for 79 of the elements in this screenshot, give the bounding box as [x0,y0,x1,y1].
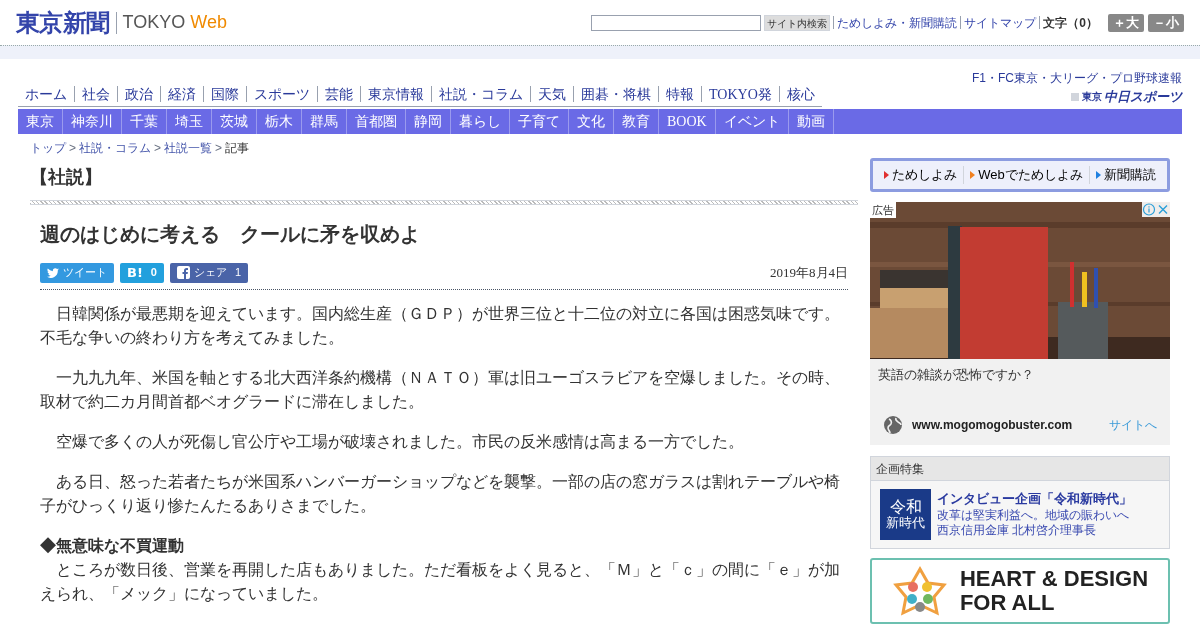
article-paragraph: ところが数日後、営業を再開した店もありました。ただ看板をよく見ると、「Ｍ」と「ｃ」の間に「ｅ」が加えられ、「メック」になっていました。 [40,559,841,604]
nav-link[interactable]: 囲碁・将棋 [574,83,658,105]
header-link[interactable]: サイトマップ [964,13,1037,32]
nav-link[interactable]: 国際 [204,83,246,105]
feature-title[interactable]: インタビュー企画「令和新時代」 [937,488,1132,508]
nav-link[interactable]: TOKYO発 [702,83,779,105]
info-icon[interactable] [1142,201,1156,217]
category-link[interactable]: 埼玉 [167,108,212,134]
category-link[interactable]: 栃木 [257,108,302,134]
ad-label: 広告 [870,201,896,218]
nav-link[interactable]: 政治 [118,83,160,105]
category-link[interactable]: 動画 [788,108,834,134]
nav-link[interactable]: 社説・コラム [432,83,530,105]
font-size-button[interactable]: －小 [1148,13,1184,32]
banner-text: HEART & DESIGN [959,566,1149,591]
feature-link[interactable]: 改革は堅実利益へ。地域の賑わいへ [937,508,1132,523]
font-size-label: 文字（0） [1043,14,1098,32]
sports-logo[interactable]: 中日スポーツ [1104,87,1182,107]
category-link[interactable]: 静岡 [406,108,451,134]
breadcrumb-separator: > [154,139,162,157]
ad-url: www.mogomogobuster.com [912,416,1073,434]
ad-headline[interactable]: 英語の雑談が恐怖ですか？ [870,364,1170,415]
nav-link[interactable]: ホーム [18,83,74,105]
header-link[interactable]: ためしよみ・新聞購読 [837,13,958,32]
section-title: 【社説】 [30,165,103,188]
brand-text: TOKYO [122,11,186,34]
site-logo[interactable]: 東京新聞 [16,4,110,41]
nav-link[interactable]: 経済 [161,83,203,105]
category-link[interactable]: 千葉 [122,108,167,134]
nav-link[interactable]: 天気 [531,83,573,105]
category-link[interactable]: 文化 [569,108,614,134]
trial-link[interactable]: ためしよみ [892,164,958,185]
category-link[interactable]: 子育て [510,108,569,134]
bird-icon [47,267,59,278]
breadcrumb-current: 記事 [225,139,250,157]
category-link[interactable]: 群馬 [302,108,347,134]
nav-link[interactable]: スポーツ [247,83,317,105]
nav-link[interactable]: 核心 [779,83,822,105]
article-date: 2019年8月4日 [770,264,848,282]
category-link[interactable]: 茨城 [212,108,257,134]
trial-link[interactable]: Webでためしよみ [978,164,1083,185]
nav-link[interactable]: 社会 [75,83,117,105]
feature-heading: 企画特集 [871,456,1169,481]
font-size-button[interactable]: ＋大 [1108,13,1144,32]
search-button[interactable]: サイト内検索 [764,14,831,31]
sports-banner-text[interactable]: F1・FC東京・大リーグ・プロ野球速報 [972,69,1182,87]
article-paragraph: 空爆で多くの人が死傷し官公庁や工場が破壊されました。市民の反米感情は高まる一方でした。 [55,431,745,452]
facebook-icon [176,266,190,279]
share-button[interactable]: シェア 1 [169,262,249,283]
category-link[interactable]: 教育 [614,108,659,134]
category-link[interactable]: イベント [715,108,789,134]
search-field[interactable] [591,14,762,31]
banner[interactable]: HEART & DESIGN FOR ALL [870,557,1170,624]
nav-link[interactable]: 特報 [659,83,701,105]
article-paragraph: 一九九九年、米国を軸とする北大西洋条約機構（ＮＡＴＯ）軍は旧ユーゴスラビアを空爆しました。その時、取材で約二カ月間首都ベオグラードに滞在しました。 [40,367,841,412]
feature-thumbnail[interactable]: 令和 新時代 [880,488,931,540]
article-title: 週のはじめに考える クールに矛を収めよ [40,221,421,247]
article-paragraph: 日韓関係が最悪期を迎えています。国内総生産（ＧＤＰ）が世界三位と十二位の対立に各国は困惑気味です。不毛な争いの終わり方を考えてみました。 [40,303,841,348]
nav-link[interactable]: 芸能 [318,83,360,105]
nav-link[interactable]: 東京情報 [361,83,431,105]
category-link[interactable]: 神奈川 [63,108,122,134]
subheading: ◆無意味な不買運動 [40,535,185,557]
flower-logo-drawing [891,564,948,617]
breadcrumb-link[interactable]: トップ [30,138,66,157]
category-link[interactable]: 暮らし [451,108,510,134]
category-link[interactable]: BOOK [659,108,716,134]
brand-text: Web [190,11,227,34]
breadcrumb-link[interactable]: 社説一覧 [164,138,213,157]
breadcrumb-separator: > [215,139,223,157]
breadcrumb-separator: > [69,139,76,157]
category-link[interactable]: 東京 [18,108,63,134]
article-paragraph: ある日、怒った若者たちが米国系ハンバーガーショップなどを襲撃。一部の店の窓ガラスは割れテーブルや椅子がひっくり返り惨たんたるありさまでした。 [40,471,841,516]
feature-link[interactable]: 西京信用金庫 北村啓介理事長 [937,523,1132,538]
globe-icon [883,414,903,435]
category-link[interactable]: 首都圏 [347,108,406,134]
banner-text: FOR ALL [959,590,1056,615]
breadcrumb-link[interactable]: 社説・コラム [79,138,151,157]
trial-link[interactable]: 新聞購読 [1103,164,1156,185]
sports-logo-text[interactable]: 東京 [1082,89,1102,105]
